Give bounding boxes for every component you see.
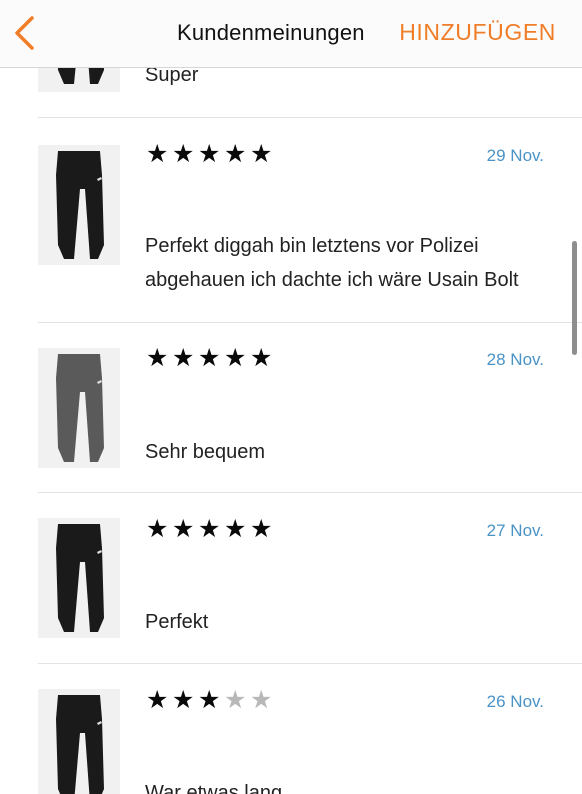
star-filled-icon: ★: [198, 686, 222, 714]
divider: [38, 663, 582, 664]
star-rating: ★ ★ ★ ★ ★: [146, 517, 276, 542]
divider: [38, 322, 582, 323]
star-filled-icon: ★: [146, 344, 170, 372]
star-rating: ★ ★ ★ ★ ★: [146, 142, 276, 167]
star-filled-icon: ★: [172, 344, 196, 372]
star-empty-icon: ★: [250, 686, 274, 714]
back-button[interactable]: [8, 12, 44, 54]
product-thumbnail: [38, 348, 120, 468]
review-date: 29 Nov.: [486, 146, 544, 165]
chevron-left-icon: [15, 16, 34, 50]
star-filled-icon: ★: [250, 515, 274, 543]
product-thumbnail: [38, 145, 120, 265]
add-review-button[interactable]: HINZUFÜGEN: [399, 19, 556, 46]
star-filled-icon: ★: [224, 140, 248, 168]
star-filled-icon: ★: [146, 140, 170, 168]
star-filled-icon: ★: [250, 140, 274, 168]
navigation-bar: Kundenmeinungen HINZUFÜGEN: [0, 0, 582, 68]
divider: [38, 492, 582, 493]
star-filled-icon: ★: [224, 344, 248, 372]
star-filled-icon: ★: [198, 344, 222, 372]
review-text: Perfekt: [145, 611, 209, 633]
page-title: Kundenmeinungen: [177, 20, 365, 45]
review-text: Perfekt diggah bin letztens vor Polizei …: [145, 235, 519, 291]
product-thumbnail: [38, 518, 120, 638]
star-rating: ★ ★ ★ ★ ★: [146, 346, 276, 371]
star-empty-icon: ★: [224, 686, 248, 714]
star-filled-icon: ★: [224, 515, 248, 543]
review-date: 27 Nov.: [486, 521, 544, 540]
star-filled-icon: ★: [198, 140, 222, 168]
review-text: War etwas lang: [145, 782, 283, 794]
star-filled-icon: ★: [250, 344, 274, 372]
review-date: 28 Nov.: [486, 350, 544, 369]
star-filled-icon: ★: [146, 515, 170, 543]
product-thumbnail: [38, 689, 120, 794]
star-filled-icon: ★: [172, 515, 196, 543]
star-filled-icon: ★: [146, 686, 170, 714]
review-text: Sehr bequem: [145, 441, 266, 463]
divider: [38, 117, 582, 118]
review-date: 26 Nov.: [486, 692, 544, 711]
scrollbar[interactable]: [572, 241, 577, 355]
star-filled-icon: ★: [172, 140, 196, 168]
reviews-list[interactable]: Super ★ ★ ★ ★ ★ 29 Nov. Perfekt diggah bin l…: [0, 0, 582, 794]
star-rating: ★ ★ ★ ★ ★: [146, 688, 276, 713]
star-filled-icon: ★: [198, 515, 222, 543]
star-filled-icon: ★: [172, 686, 196, 714]
